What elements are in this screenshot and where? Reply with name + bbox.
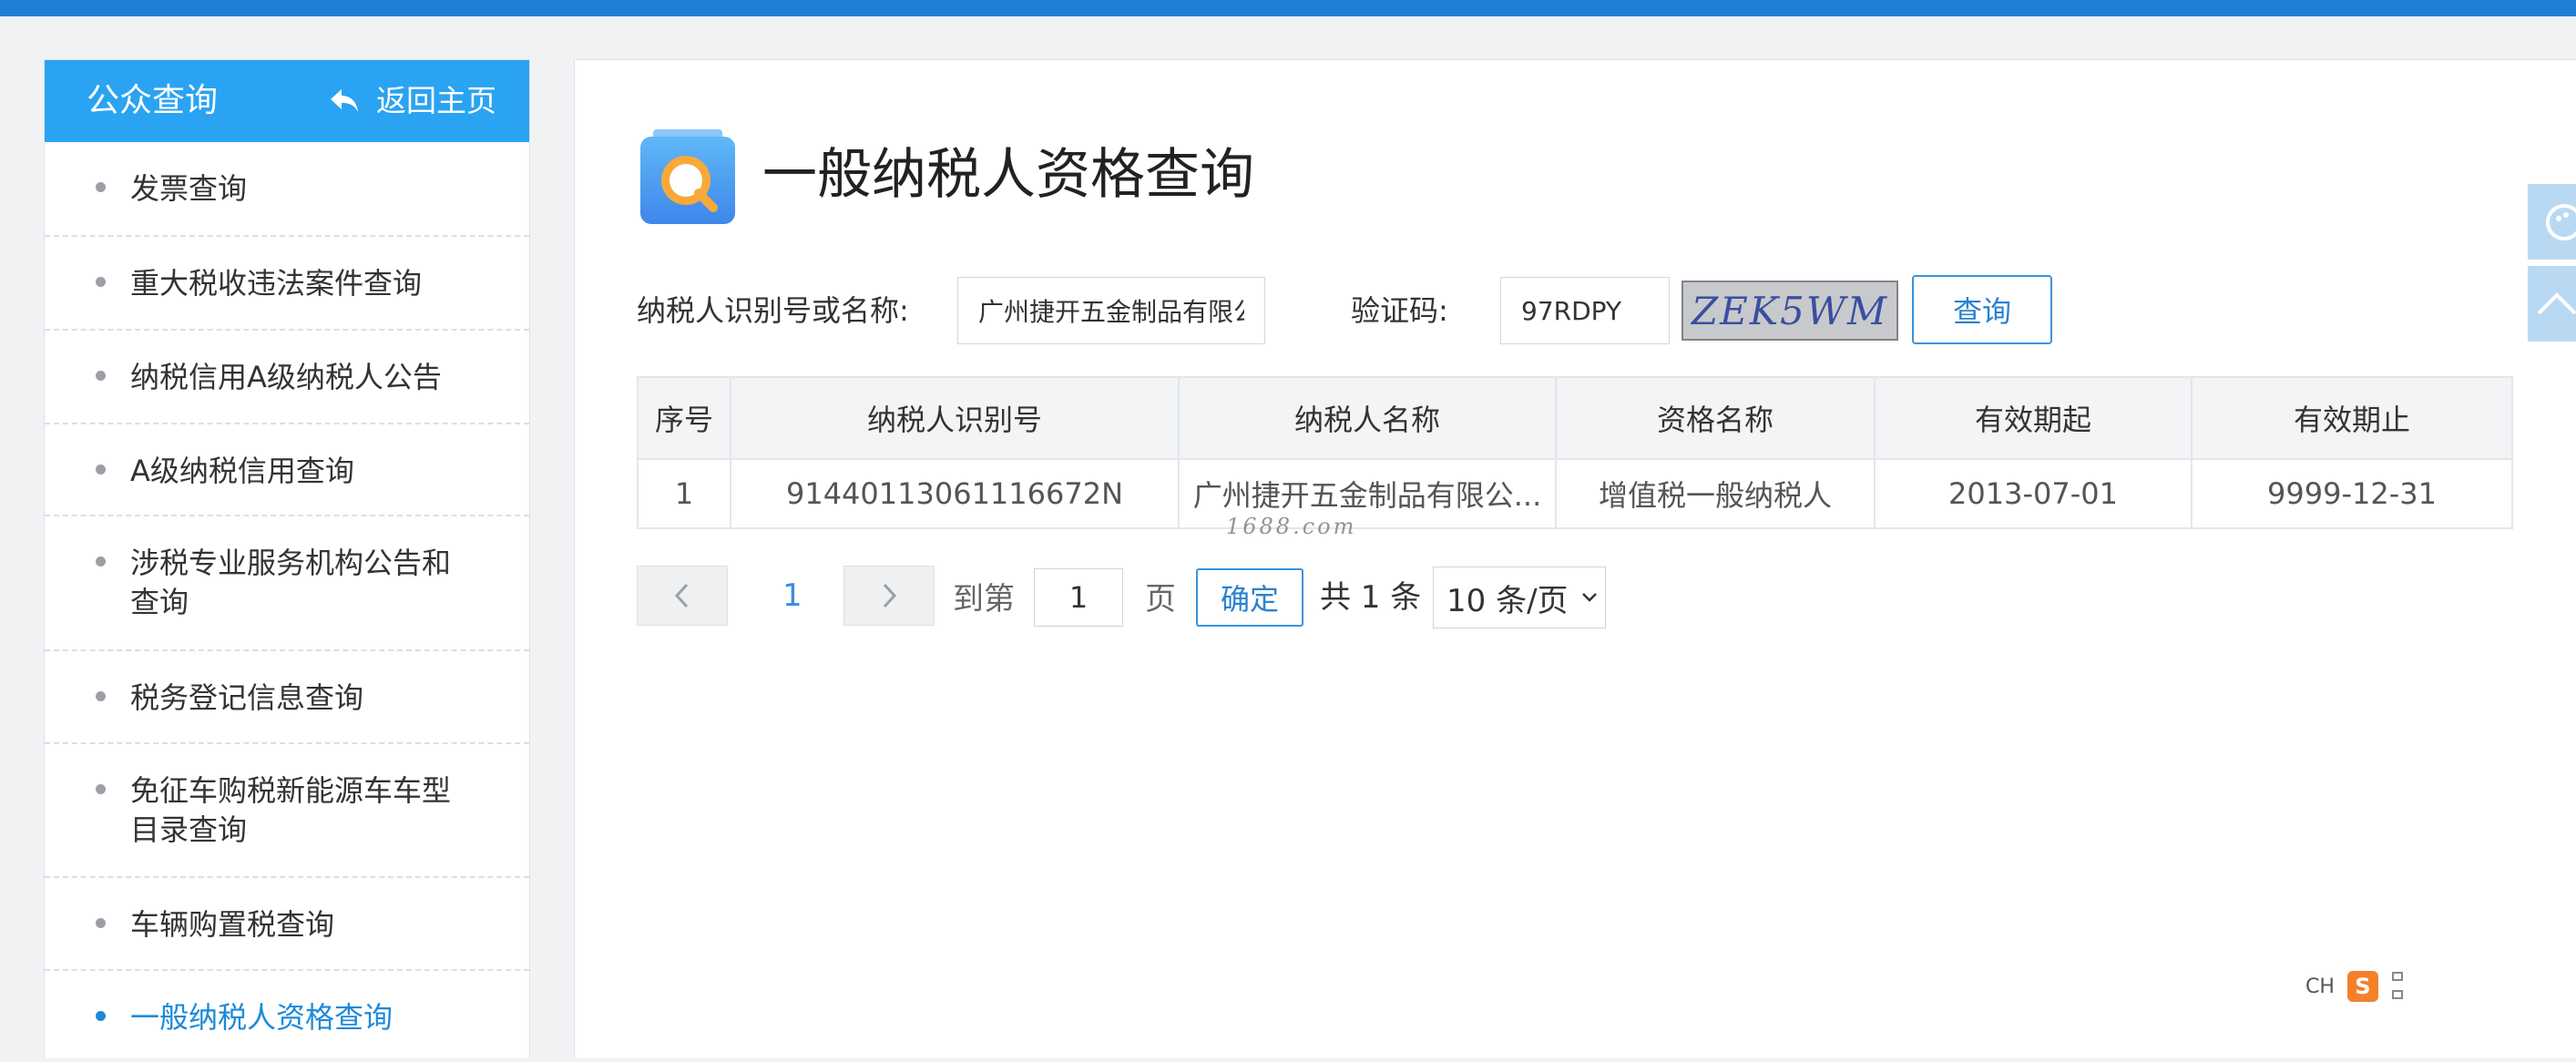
bullet-icon (96, 371, 106, 381)
prev-page-button[interactable] (637, 566, 728, 626)
next-page-button[interactable] (843, 566, 935, 626)
sidebar-header: 公众查询 返回主页 (45, 60, 529, 142)
sidebar-item-label: 重大税收违法案件查询 (130, 266, 423, 301)
sidebar-item-general-taxpayer[interactable]: 一般纳税人资格查询 (45, 971, 529, 1062)
bullet-icon (96, 1011, 106, 1021)
top-bar (0, 0, 2576, 16)
table-cell: 1 (637, 458, 731, 529)
sidebar-menu: 发票查询 重大税收违法案件查询 纳税信用A级纳税人公告 A级纳税信用查询 涉税专… (45, 142, 529, 1062)
chevron-right-icon (883, 583, 897, 608)
search-document-icon (640, 129, 735, 224)
back-home-label: 返回主页 (376, 83, 496, 118)
table-header-row: 序号 纳税人识别号 纳税人名称 资格名称 有效期起 有效期止 (637, 376, 2513, 460)
taxpayer-input[interactable] (957, 277, 1265, 344)
table-cell: 增值税一般纳税人 (1555, 458, 1876, 529)
column-header: 资格名称 (1555, 376, 1876, 460)
main-panel: 一般纳税人资格查询 纳税人识别号或名称: 验证码: ZEK5WM 查询 序号 纳… (574, 59, 2576, 1058)
column-header: 纳税人名称 (1178, 376, 1557, 460)
sogou-icon: S (2346, 971, 2378, 1002)
feedback-float-button[interactable] (2528, 184, 2576, 260)
chevron-up-icon (2537, 291, 2576, 314)
page-size-value: 10 条/页 (1446, 582, 1569, 619)
bullet-icon (96, 918, 106, 928)
bullet-icon (96, 784, 106, 794)
sidebar-item-label: 一般纳税人资格查询 (130, 1000, 394, 1035)
table-cell: 2013-07-01 (1874, 458, 2193, 529)
back-to-top-button[interactable] (2528, 266, 2576, 342)
bullet-icon (96, 277, 106, 287)
sidebar-item-invoice-query[interactable]: 发票查询 (45, 142, 529, 237)
sidebar-item-a-level-announcement[interactable]: 纳税信用A级纳税人公告 (45, 331, 529, 424)
reply-arrow-icon (331, 89, 358, 112)
sidebar-item-label: 车辆购置税查询 (130, 907, 335, 942)
captcha-image[interactable]: ZEK5WM (1682, 281, 1898, 341)
page-number[interactable]: 1 (782, 577, 802, 614)
table-row: 1 91440113061116672N 广州捷开五金制品有限公... 增值税一… (637, 458, 2513, 529)
table-cell: 91440113061116672N (730, 458, 1180, 529)
sidebar-item-tax-service-agency[interactable]: 涉税专业服务机构公告和查询 (45, 516, 529, 651)
bullet-icon (96, 557, 106, 567)
query-button[interactable]: 查询 (1912, 275, 2052, 344)
bullet-icon (96, 691, 106, 701)
total-count: 共 1 条 (1320, 579, 1422, 616)
chevron-down-icon (1581, 593, 1597, 602)
column-header: 纳税人识别号 (730, 376, 1180, 460)
ime-indicator: CH S (2305, 971, 2404, 1002)
sidebar-item-major-tax-violation[interactable]: 重大税收违法案件查询 (45, 237, 529, 331)
ime-lang: CH (2305, 975, 2335, 998)
chevron-left-icon (674, 583, 689, 608)
sidebar-item-label: 税务登记信息查询 (130, 680, 364, 715)
bullet-icon (96, 465, 106, 475)
taxpayer-label: 纳税人识别号或名称: (637, 293, 909, 328)
bullet-icon (96, 182, 106, 192)
sidebar-item-vehicle-purchase-tax[interactable]: 车辆购置税查询 (45, 878, 529, 971)
ime-menu-icon (2391, 972, 2403, 999)
confirm-page-button[interactable]: 确定 (1196, 568, 1303, 627)
sidebar-title: 公众查询 (87, 82, 219, 119)
sidebar-item-label: 免征车购税新能源车车型目录查询 (130, 773, 452, 847)
page-unit-label: 页 (1145, 581, 1176, 618)
page-size-select[interactable]: 10 条/页 (1433, 567, 1606, 628)
column-header: 序号 (637, 376, 731, 460)
sidebar: 公众查询 返回主页 发票查询 重大税收违法案件查询 纳税信用A级纳税人公告 A级… (44, 59, 530, 1058)
column-header: 有效期止 (2191, 376, 2513, 460)
palette-icon (2546, 203, 2576, 240)
sidebar-item-label: A级纳税信用查询 (130, 454, 354, 488)
sidebar-item-label: 发票查询 (130, 171, 248, 206)
sidebar-item-label: 涉税专业服务机构公告和查询 (130, 546, 452, 619)
back-home-link[interactable]: 返回主页 (329, 80, 496, 122)
captcha-label: 验证码: (1351, 293, 1448, 328)
sidebar-item-a-level-credit-query[interactable]: A级纳税信用查询 (45, 424, 529, 516)
sidebar-item-label: 纳税信用A级纳税人公告 (130, 360, 442, 394)
page-title: 一般纳税人资格查询 (762, 143, 1254, 207)
sidebar-item-tax-registration[interactable]: 税务登记信息查询 (45, 651, 529, 744)
captcha-image-text: ZEK5WM (1691, 288, 1889, 333)
goto-label: 到第 (953, 581, 1015, 618)
result-table: 序号 纳税人识别号 纳税人名称 资格名称 有效期起 有效期止 1 9144011… (637, 376, 2513, 529)
column-header: 有效期起 (1874, 376, 2193, 460)
sidebar-item-new-energy-vehicle[interactable]: 免征车购税新能源车车型目录查询 (45, 744, 529, 878)
goto-page-input[interactable] (1034, 568, 1123, 627)
captcha-input[interactable] (1500, 277, 1670, 344)
table-cell: 9999-12-31 (2191, 458, 2513, 529)
watermark: 1688.com (1226, 514, 1357, 539)
